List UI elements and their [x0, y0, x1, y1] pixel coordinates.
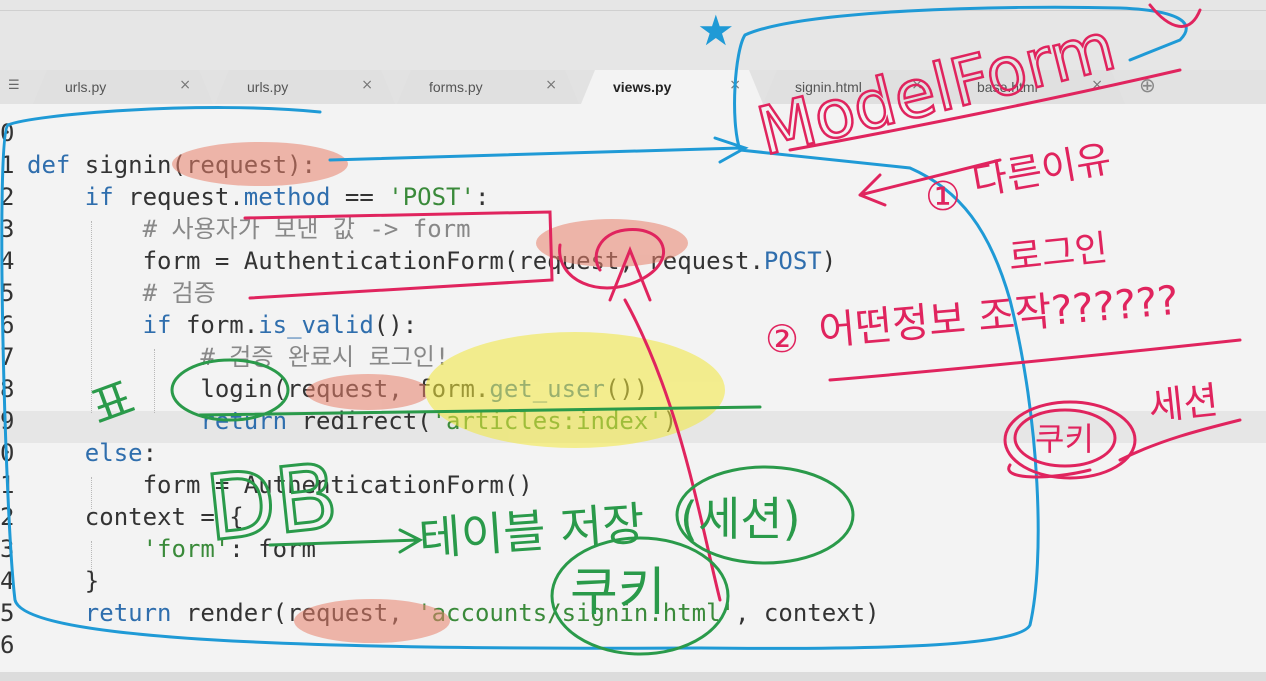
line-number: 6	[0, 631, 15, 659]
tab-close-icon[interactable]: ×	[911, 77, 923, 93]
tab-bar: urls.py × urls.py × forms.py × views.py …	[0, 70, 1266, 104]
code-line: login(request, form.get_user())	[200, 375, 649, 403]
code-line: return render(request, 'accounts/signin.…	[84, 599, 880, 627]
tab-label: urls.py	[65, 79, 107, 95]
line-number: 0	[0, 119, 15, 147]
tab-forms-py[interactable]: forms.py ×	[397, 70, 579, 104]
line-number: 3	[0, 535, 15, 563]
line-number: 3	[0, 215, 15, 243]
tab-signin-html[interactable]: signin.html ×	[763, 70, 945, 104]
tab-label: base.html	[977, 79, 1038, 95]
code-line: # 검증 완료시 로그인!	[200, 343, 450, 371]
code-line: context = {	[84, 503, 244, 531]
tab-base-html[interactable]: base.html ×	[945, 70, 1125, 104]
line-number: 9	[0, 407, 15, 435]
status-bar	[0, 672, 1266, 681]
code-line: if request.method == 'POST':	[84, 183, 490, 211]
line-number: 7	[0, 343, 15, 371]
code-line: else:	[84, 439, 158, 467]
code-line: form = AuthenticationForm()	[142, 471, 533, 499]
code-line: # 검증	[142, 279, 216, 307]
line-number: 1	[0, 471, 15, 499]
code-line: def signin(request):	[27, 151, 316, 179]
line-number: 1	[0, 151, 15, 179]
line-number: 6	[0, 311, 15, 339]
code-line: }	[84, 567, 100, 595]
tab-close-icon[interactable]: ×	[361, 77, 373, 93]
tab-close-icon[interactable]: ×	[545, 77, 557, 93]
tab-urls-py-2[interactable]: urls.py ×	[215, 70, 395, 104]
line-number: 5	[0, 599, 15, 627]
line-number: 0	[0, 439, 15, 467]
tab-close-icon[interactable]: ×	[729, 77, 741, 93]
code-line: form = AuthenticationForm(request, reque…	[142, 247, 837, 275]
tab-label: signin.html	[795, 79, 862, 95]
tab-views-py[interactable]: views.py ×	[581, 70, 763, 104]
code-line: return redirect('articles:index')	[200, 407, 678, 435]
tab-label: forms.py	[429, 79, 483, 95]
tab-label: views.py	[613, 79, 672, 95]
code-line: # 사용자가 보낸 값 -> form	[142, 215, 471, 243]
window-titlebar	[0, 0, 1266, 70]
code-line: if form.is_valid():	[142, 311, 418, 339]
line-number: 4	[0, 247, 15, 275]
code-line: 'form': form	[142, 535, 316, 563]
line-number: 2	[0, 183, 15, 211]
tab-close-icon[interactable]: ×	[179, 77, 191, 93]
tab-urls-py-1[interactable]: urls.py ×	[33, 70, 213, 104]
tab-close-icon[interactable]: ×	[1091, 77, 1103, 93]
titlebar-divider	[0, 10, 1266, 11]
tab-label: urls.py	[247, 79, 289, 95]
line-number: 4	[0, 567, 15, 595]
line-number: 8	[0, 375, 15, 403]
tab-list-menu-icon[interactable]: ☰	[8, 78, 20, 93]
code-editor[interactable]: 0 1 2 3 4 5 6 7 8 9 0 1 2 3 4 5 6 def si…	[0, 104, 1266, 672]
new-tab-plus-icon[interactable]: ⊕	[1139, 73, 1156, 97]
line-number: 5	[0, 279, 15, 307]
line-number: 2	[0, 503, 15, 531]
